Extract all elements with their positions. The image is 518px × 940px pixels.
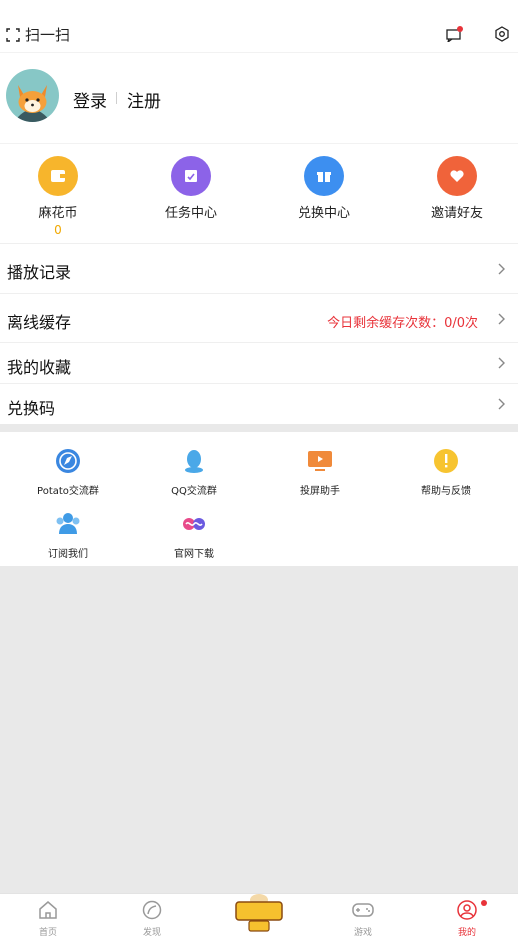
qq-group-label: QQ交流群 [171, 486, 217, 497]
tab-home-label: 首页 [38, 928, 57, 938]
notification-dot [481, 900, 487, 906]
task-icon [171, 156, 211, 196]
chevron-right-icon [498, 313, 505, 325]
help-feedback-label: 帮助与反馈 [421, 486, 471, 497]
download-icon [179, 509, 209, 539]
help-feedback-entry[interactable]: 帮助与反馈 [382, 446, 510, 497]
tab-games-label: 游戏 [353, 928, 372, 938]
login-link[interactable]: 登录 [73, 87, 107, 112]
settings-icon[interactable] [494, 26, 510, 46]
subscribe-entry[interactable]: 订阅我们 [4, 509, 132, 560]
redeem-code-label: 兑换码 [7, 399, 56, 418]
exchange-center-entry[interactable]: 兑换中心 [274, 156, 374, 221]
official-download-entry[interactable]: 官网下载 [130, 509, 258, 560]
top-bar: 扫一扫 [0, 0, 518, 52]
subscribe-icon [53, 509, 83, 539]
task-center-label: 任务中心 [164, 206, 217, 221]
chevron-right-icon [498, 398, 505, 410]
qq-icon [179, 446, 209, 476]
potato-group-label: Potato交流群 [37, 486, 99, 497]
potato-group-entry[interactable]: Potato交流群 [4, 446, 132, 497]
task-center-entry[interactable]: 任务中心 [141, 156, 241, 221]
qq-group-entry[interactable]: QQ交流群 [130, 446, 258, 497]
bottom-tab-bar: 首页 发现 游戏 我的 [0, 893, 518, 940]
scan-icon [6, 27, 20, 42]
cache-remaining-text: 今日剩余缓存次数：0/0次 [327, 316, 478, 331]
register-link[interactable]: 注册 [127, 87, 161, 112]
home-icon [39, 901, 57, 919]
brand-logo[interactable] [234, 888, 284, 936]
offline-cache-label: 离线缓存 [7, 313, 72, 332]
chevron-right-icon [498, 263, 505, 275]
offline-cache-row[interactable]: 离线缓存 今日剩余缓存次数：0/0次 [0, 293, 518, 342]
invite-friends-entry[interactable]: 邀请好友 [407, 156, 507, 221]
profile-section: 登录 注册 [0, 52, 518, 143]
user-icon [457, 900, 477, 920]
gamepad-icon [352, 903, 374, 917]
services-grid: Potato交流群 QQ交流群 投屏助手 帮助与反馈 订阅我们 官网下载 [0, 432, 518, 566]
notification-dot [457, 26, 463, 32]
coin-label: 麻花币 [38, 206, 78, 221]
coin-entry[interactable]: 麻花币 0 [8, 156, 108, 237]
tab-discover-label: 发现 [142, 928, 161, 938]
scan-button[interactable]: 扫一扫 [6, 24, 70, 45]
avatar[interactable] [6, 69, 59, 122]
tab-mine-label: 我的 [457, 928, 476, 938]
help-icon [431, 446, 461, 476]
heart-icon [437, 156, 477, 196]
tab-discover[interactable]: 发现 [122, 900, 182, 938]
compass-icon [142, 900, 162, 920]
wallet-icon [38, 156, 78, 196]
official-download-label: 官网下载 [174, 549, 214, 560]
cast-icon [305, 446, 335, 476]
tab-home[interactable]: 首页 [18, 900, 78, 938]
gift-icon [304, 156, 344, 196]
message-icon[interactable] [446, 26, 463, 46]
exchange-center-label: 兑换中心 [297, 206, 350, 221]
tab-games[interactable]: 游戏 [333, 900, 393, 938]
tab-mine[interactable]: 我的 [437, 900, 497, 938]
chevron-right-icon [498, 357, 505, 369]
redeem-code-row[interactable]: 兑换码 [0, 383, 518, 424]
invite-friends-label: 邀请好友 [430, 206, 483, 221]
quick-entries: 麻花币 0 任务中心 兑换中心 邀请好友 [0, 143, 518, 243]
cast-helper-entry[interactable]: 投屏助手 [256, 446, 384, 497]
cast-helper-label: 投屏助手 [300, 486, 340, 497]
subscribe-label: 订阅我们 [48, 549, 88, 560]
play-history-label: 播放记录 [7, 263, 72, 282]
potato-icon [53, 446, 83, 476]
favorites-row[interactable]: 我的收藏 [0, 342, 518, 383]
divider [116, 92, 117, 104]
favorites-label: 我的收藏 [7, 358, 72, 377]
coin-value: 0 [54, 223, 62, 237]
play-history-row[interactable]: 播放记录 [0, 243, 518, 293]
scan-label: 扫一扫 [25, 26, 71, 44]
